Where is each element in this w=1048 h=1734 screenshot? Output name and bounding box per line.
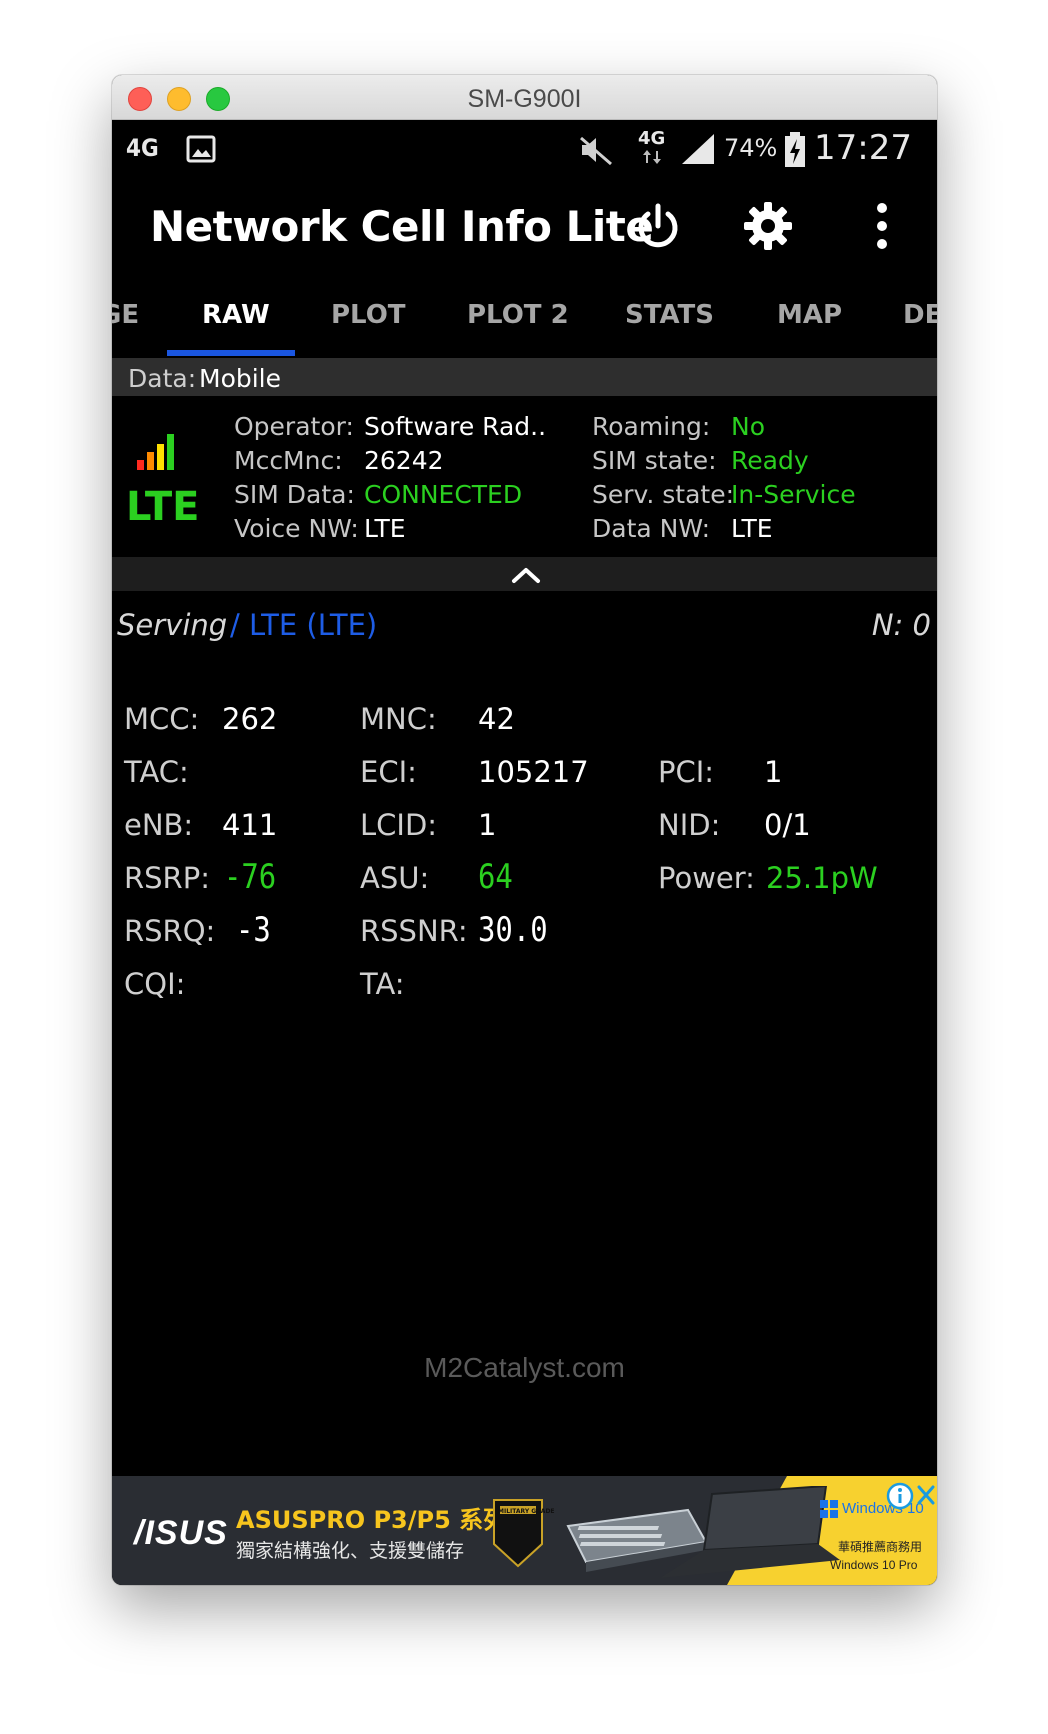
nid-value: 0/1 xyxy=(764,808,811,842)
mute-icon xyxy=(580,136,612,166)
ad-info-icon[interactable] xyxy=(886,1482,914,1510)
ad-banner[interactable]: /ISUS ASUSPRO P3/P5 系列 獨家結構強化、支援雙儲存 MILI… xyxy=(112,1476,937,1585)
rssnr-label: RSSNR: xyxy=(360,914,468,948)
ad-subline: 獨家結構強化、支援雙儲存 xyxy=(236,1540,465,1562)
app-title: Network Cell Info Lite xyxy=(150,202,654,251)
status-bar: 4G 4G 74% 17:27 xyxy=(112,120,937,176)
ad-close-icon[interactable] xyxy=(916,1484,936,1506)
nid-label: NID: xyxy=(658,808,721,842)
rsrp-value: -76 xyxy=(224,857,277,897)
mnc-value: 42 xyxy=(478,702,515,736)
eci-value: 105217 xyxy=(478,755,589,789)
serving-label: Serving xyxy=(117,608,228,642)
simstate-label: SIM state: xyxy=(592,446,717,475)
power-label: Power: xyxy=(658,861,755,895)
mccmnc-value: 26242 xyxy=(364,446,444,475)
mcc-value: 262 xyxy=(222,702,278,736)
status-4g-label: 4G xyxy=(638,128,666,149)
ad-recommend-text: 華碩推薦商務用 xyxy=(838,1540,923,1554)
roaming-label: Roaming: xyxy=(592,412,711,441)
tab-ge[interactable]: GE xyxy=(112,300,139,330)
status-network-label: 4G xyxy=(126,134,159,162)
serving-tech: / LTE (LTE) xyxy=(230,608,378,642)
battery-charging-icon xyxy=(785,132,805,167)
tab-stats[interactable]: STATS xyxy=(625,300,714,330)
active-tab-indicator xyxy=(167,350,295,356)
more-vert-icon[interactable] xyxy=(874,200,890,252)
tab-raw[interactable]: RAW xyxy=(202,300,270,330)
operator-value: Software Rad.. xyxy=(364,412,547,441)
rsrp-label: RSRP: xyxy=(124,861,210,895)
asu-label: ASU: xyxy=(360,861,430,895)
tab-bar: GE RAW PLOT PLOT 2 STATS MAP DE xyxy=(112,276,937,358)
ad-headline: ASUSPRO P3/P5 系列 xyxy=(236,1506,508,1534)
signal-bars-icon xyxy=(137,434,174,470)
operator-label: Operator: xyxy=(234,412,354,441)
simdata-value: CONNECTED xyxy=(364,480,523,509)
app-bar: Network Cell Info Lite xyxy=(112,176,937,276)
data-label: Data: xyxy=(128,364,197,393)
simstate-value: Ready xyxy=(731,446,809,475)
voicenw-label: Voice NW: xyxy=(234,514,359,543)
neighbor-count: N: 0 xyxy=(871,608,931,642)
status-time: 17:27 xyxy=(814,128,912,168)
servstate-value: In-Service xyxy=(731,480,856,509)
data-value: Mobile xyxy=(199,364,282,393)
data-connection-bar: Data: Mobile xyxy=(112,358,937,396)
pci-label: PCI: xyxy=(658,755,715,789)
window-title: SM-G900I xyxy=(467,85,582,113)
serving-header: Serving / LTE (LTE) N: 0 xyxy=(112,600,937,650)
tech-badge: LTE xyxy=(126,484,200,530)
mccmnc-label: MccMnc: xyxy=(234,446,343,475)
rsrq-label: RSRQ: xyxy=(124,914,216,948)
battery-percent: 74% xyxy=(724,134,778,162)
pci-value: 1 xyxy=(764,755,783,789)
rssnr-value: 30.0 xyxy=(478,910,548,950)
enb-value: 411 xyxy=(222,808,278,842)
power-icon[interactable] xyxy=(634,202,682,250)
tac-label: TAC: xyxy=(124,755,189,789)
servstate-label: Serv. state: xyxy=(592,480,735,509)
lcid-label: LCID: xyxy=(360,808,438,842)
data-arrows-icon xyxy=(643,150,661,164)
enb-label: eNB: xyxy=(124,808,194,842)
chevron-up-icon[interactable] xyxy=(511,565,541,585)
tab-plot[interactable]: PLOT xyxy=(331,300,406,330)
mcc-label: MCC: xyxy=(124,702,200,736)
network-info-panel: LTE Operator: Software Rad.. MccMnc: 262… xyxy=(112,396,937,543)
asu-value: 64 xyxy=(478,857,513,897)
ad-brand-logo: /ISUS xyxy=(134,1514,228,1552)
simdata-label: SIM Data: xyxy=(234,480,355,509)
eci-label: ECI: xyxy=(360,755,417,789)
gallery-icon xyxy=(186,135,216,163)
cqi-label: CQI: xyxy=(124,967,186,1001)
datanw-value: LTE xyxy=(731,514,773,543)
voicenw-value: LTE xyxy=(364,514,406,543)
ad-windows-edition: Windows 10 Pro xyxy=(830,1558,918,1572)
mnc-label: MNC: xyxy=(360,702,437,736)
tab-de[interactable]: DE xyxy=(903,300,937,330)
rsrq-value: -3 xyxy=(236,910,271,950)
phone-screen: 4G 4G 74% 17:27 Network Cell Info Lite E… xyxy=(112,120,937,1585)
windows-logo-icon xyxy=(820,1500,838,1518)
collapse-bar[interactable] xyxy=(112,557,937,591)
datanw-label: Data NW: xyxy=(592,514,711,543)
ta-label: TA: xyxy=(360,967,405,1001)
app-window: SM-G900I 4G 4G 74% 17:27 Network Cell In… xyxy=(112,75,937,1585)
power-value: 25.1pW xyxy=(766,861,878,895)
tab-map[interactable]: MAP xyxy=(777,300,842,330)
lcid-value: 1 xyxy=(478,808,497,842)
signal-icon xyxy=(682,134,714,164)
footer-brand: M2Catalyst.com xyxy=(424,1352,625,1383)
roaming-value: No xyxy=(731,412,765,441)
tab-plot-2[interactable]: PLOT 2 xyxy=(467,300,569,330)
gear-icon[interactable] xyxy=(742,200,794,252)
window-titlebar: SM-G900I xyxy=(112,75,937,120)
ad-badge-text: MILITARY GRADE xyxy=(498,1508,555,1515)
